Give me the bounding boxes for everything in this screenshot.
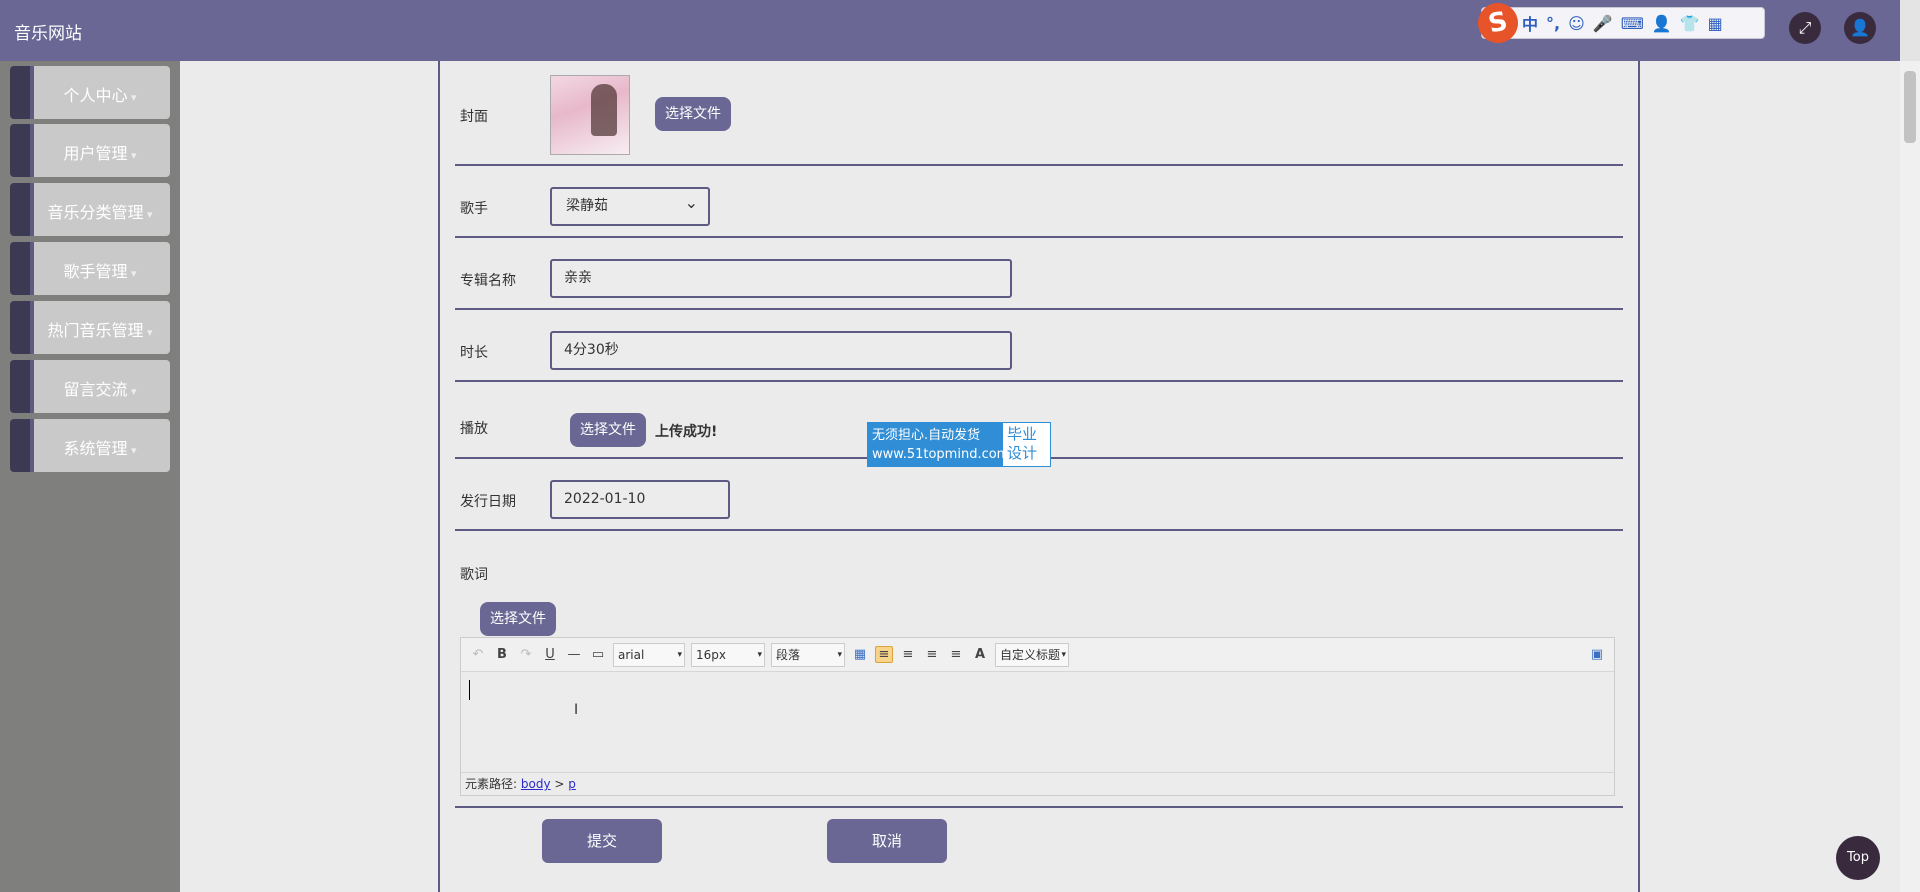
singer-label: 歌手 [460,201,488,217]
site-title: 音乐网站 [14,24,82,44]
ime-user-icon[interactable]: 👤 [1652,14,1672,33]
editor-toolbar: ↶ B ↷ U — ▭ arial 16px 段落 ▦ ≡ ≡ ≡ ≡ A 自定… [461,638,1614,672]
sidebar-item-label: 个人中心 [30,82,170,106]
watermark-line1: 无须担心.自动发货 [872,428,981,443]
sidebar-item-label: 歌手管理 [30,258,170,282]
ime-voice-icon[interactable]: 🎤 [1593,14,1613,33]
sidebar-item-system[interactable]: 系统管理 [10,419,170,472]
path-body-link[interactable]: body [521,777,551,791]
release-date-label: 发行日期 [460,494,516,510]
element-path-bar: 元素路径: body > p [461,772,1614,795]
align-right-icon[interactable]: ≡ [899,647,917,662]
cancel-button[interactable]: 取消 [827,819,947,863]
ime-toolbar[interactable]: S 中 °, ☺ 🎤 ⌨ 👤 👕 ▦ [1474,0,1765,47]
sidebar-item-label: 音乐分类管理 [30,199,170,223]
path-p-link[interactable]: p [568,777,576,791]
align-left-icon[interactable]: ≡ [875,646,893,663]
ime-skin-icon[interactable]: 👕 [1680,14,1700,33]
watermark-text: 无须担心.自动发货 www.51topmind.com [868,423,1010,466]
watermark-side1: 毕业 [1007,425,1038,443]
sidebar-item-label: 留言交流 [30,376,170,400]
user-avatar-icon[interactable]: 👤 [1844,12,1876,44]
fullscreen-editor-icon[interactable]: ▣ [1588,647,1606,662]
sidebar-item-hot-music[interactable]: 热门音乐管理 [10,301,170,354]
sidebar-item-label: 用户管理 [30,140,170,164]
singer-select[interactable]: 梁静茹 [550,185,710,226]
sidebar: 个人中心 用户管理 音乐分类管理 歌手管理 热门音乐管理 留言交流 系统管理 [0,61,180,892]
album-label: 专辑名称 [460,273,516,289]
page-scrollbar[interactable] [1900,61,1920,892]
font-color-icon[interactable]: A [971,647,989,662]
custom-title-select[interactable]: 自定义标题 [995,642,1069,667]
lyrics-choose-file-button[interactable]: 选择文件 [480,602,556,636]
rich-text-editor: ↶ B ↷ U — ▭ arial 16px 段落 ▦ ≡ ≡ ≡ ≡ A 自定… [460,637,1615,796]
paragraph-format-select[interactable]: 段落 [771,642,845,667]
sidebar-item-user-management[interactable]: 用户管理 [10,124,170,177]
underline-button[interactable]: U [541,647,559,662]
cover-image [550,75,630,155]
release-date-input[interactable]: 2022-01-10 [550,480,730,519]
sidebar-item-label: 系统管理 [30,435,170,459]
watermark-badge: 无须担心.自动发货 www.51topmind.com 毕业 设计 [867,422,1051,467]
sogou-logo-icon[interactable]: S [1474,0,1522,47]
sidebar-item-music-category[interactable]: 音乐分类管理 [10,183,170,236]
watermark-line2: www.51topmind.com [872,447,1010,462]
ime-chinese-mode[interactable]: 中 [1522,11,1538,35]
duration-input[interactable]: 4分30秒 [550,331,1012,370]
ime-emoji-icon[interactable]: ☺ [1568,14,1585,33]
scrollbar-top [1900,0,1920,61]
ime-keyboard-icon[interactable]: ⌨ [1621,14,1644,33]
path-separator: > [554,777,565,791]
fullscreen-icon[interactable]: ⤢ [1789,12,1821,44]
ime-toolbox-icon[interactable]: ▦ [1708,14,1723,33]
watermark-side: 毕业 设计 [1003,423,1050,466]
cover-choose-file-button[interactable]: 选择文件 [655,97,731,131]
submit-button[interactable]: 提交 [542,819,662,863]
redo-icon[interactable]: ↷ [517,647,535,662]
sidebar-item-singer-management[interactable]: 歌手管理 [10,242,170,295]
duration-label: 时长 [460,345,488,361]
font-size-select[interactable]: 16px [691,642,765,667]
paste-plain-icon[interactable]: ▭ [589,647,607,662]
align-center-icon[interactable]: ≡ [923,647,941,662]
horizontal-rule-icon[interactable]: — [565,647,583,662]
font-family-select[interactable]: arial [613,642,685,667]
watermark-side2: 设计 [1007,444,1038,462]
cover-row [455,61,1623,166]
bold-button[interactable]: B [493,647,511,662]
ime-punctuation[interactable]: °, [1546,14,1560,33]
text-caret [469,680,470,700]
ibeam-cursor-icon: I [574,702,579,718]
upload-status: 上传成功! [655,424,718,440]
sidebar-item-label: 热门音乐管理 [30,317,170,341]
element-path-label: 元素路径: [465,777,518,791]
sidebar-item-messages[interactable]: 留言交流 [10,360,170,413]
justify-icon[interactable]: ≡ [947,647,965,662]
play-label: 播放 [460,421,488,437]
undo-icon[interactable]: ↶ [469,647,487,662]
sidebar-item-personal-center[interactable]: 个人中心 [10,66,170,119]
lyrics-label: 歌词 [460,567,488,583]
album-input[interactable]: 亲亲 [550,259,1012,298]
back-to-top-button[interactable]: Top [1836,836,1880,880]
scrollbar-thumb[interactable] [1904,71,1916,143]
top-header: 音乐网站 S 中 °, ☺ 🎤 ⌨ 👤 👕 ▦ ⤢ 👤 [0,0,1900,61]
table-icon[interactable]: ▦ [851,647,869,662]
cover-label: 封面 [460,109,488,125]
play-choose-file-button[interactable]: 选择文件 [570,413,646,447]
editor-content-area[interactable]: I [461,672,1614,772]
